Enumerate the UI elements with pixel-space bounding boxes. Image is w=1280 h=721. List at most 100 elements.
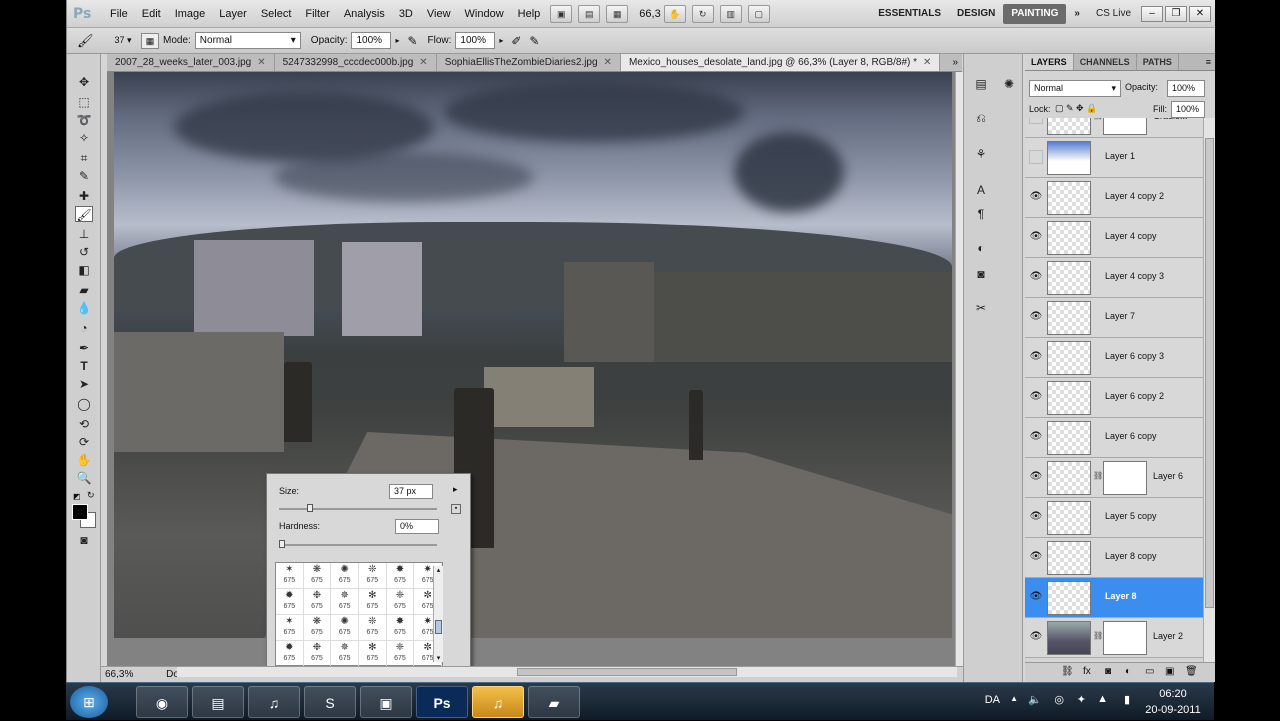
dodge-tool-icon[interactable]: ◔	[75, 320, 93, 336]
layer-thumbnail[interactable]	[1047, 181, 1091, 215]
status-zoom[interactable]: 66,3%	[105, 669, 133, 680]
guides-icon[interactable]: ▦	[606, 4, 629, 23]
pressure-opacity-icon[interactable]: ✎	[403, 34, 421, 48]
workspace-design[interactable]: DESIGN	[949, 4, 1003, 24]
bridge-icon[interactable]: ▣	[550, 4, 573, 23]
layer-mask-thumbnail[interactable]	[1103, 621, 1147, 655]
close-tab-icon[interactable]: ✕	[257, 57, 265, 68]
scroll-down-icon[interactable]: ▾	[434, 654, 443, 662]
layer-row[interactable]: 👁 Layer 6 copy 2	[1025, 378, 1203, 418]
dropbox-icon[interactable]: ✦	[1077, 693, 1086, 706]
opacity-field[interactable]: 100%	[351, 32, 392, 49]
healing-tool-icon[interactable]: ✚	[75, 188, 93, 204]
brush-panel-icon[interactable]: ▦	[141, 32, 159, 49]
eye-icon[interactable]: 👁	[1029, 270, 1043, 284]
character-icon[interactable]: A	[972, 182, 990, 198]
opacity-arrow-icon[interactable]: ▸	[391, 36, 403, 45]
brush-preset[interactable]: ❋ 675	[303, 563, 332, 589]
language-indicator[interactable]: DA	[985, 694, 1000, 706]
hardness-slider[interactable]	[279, 540, 437, 548]
clock[interactable]: 06:20 20-09-2011	[1142, 686, 1204, 718]
scroll-thumb[interactable]	[517, 668, 737, 676]
chain-link-icon[interactable]: ⛓	[1093, 471, 1103, 480]
pressure-size-icon[interactable]: ✎	[525, 34, 543, 48]
tool-preset-icon[interactable]: 🖌	[77, 33, 105, 49]
layer-mask-thumbnail[interactable]	[1103, 118, 1147, 135]
brush-preset-picker[interactable]: 37 ▾	[105, 35, 141, 46]
styles-icon[interactable]: ◙	[972, 266, 990, 282]
eye-icon[interactable]: 👁	[1029, 310, 1043, 324]
panel-menu-icon[interactable]: ≡	[1202, 54, 1215, 70]
layer-row[interactable]: 👁 Layer 7	[1025, 298, 1203, 338]
layer-row[interactable]: ⛓ Gradie...	[1025, 118, 1203, 138]
chain-link-icon[interactable]: ⛓	[1093, 631, 1103, 640]
layer-thumbnail[interactable]	[1047, 541, 1091, 575]
layer-row[interactable]: 👁 Layer 6 copy	[1025, 418, 1203, 458]
close-tab-icon[interactable]: ✕	[419, 57, 427, 68]
rotate-view-icon[interactable]: ↻	[691, 4, 714, 23]
mode-select[interactable]: Normal ▾	[194, 32, 301, 49]
canvas-vertical-scrollbar[interactable]	[955, 72, 963, 666]
blend-mode-select[interactable]: Normal ▾	[1029, 80, 1121, 97]
layer-row[interactable]: 👁 Layer 4 copy	[1025, 218, 1203, 258]
move-tool-icon[interactable]: ✥	[75, 74, 93, 90]
brush-preset[interactable]: ❉ 675	[303, 589, 332, 615]
document-image[interactable]	[114, 72, 952, 638]
menu-help[interactable]: Help	[511, 0, 548, 28]
arrange-docs-icon[interactable]: ▥	[719, 4, 742, 23]
menu-layer[interactable]: Layer	[212, 0, 254, 28]
eye-icon[interactable]: 👁	[1029, 470, 1043, 484]
workspace-essentials[interactable]: ESSENTIALS	[870, 4, 949, 24]
photoshop-taskbar-icon[interactable]: Ps	[416, 686, 468, 718]
flow-arrow-icon[interactable]: ▸	[495, 36, 507, 45]
history-brush-tool-icon[interactable]: ↺	[75, 244, 93, 260]
brush-preset[interactable]: ✺ 675	[331, 563, 359, 589]
swatches-icon[interactable]: ◐	[972, 240, 990, 256]
tab-layers[interactable]: LAYERS	[1025, 54, 1074, 70]
eye-icon[interactable]: 👁	[1029, 230, 1043, 244]
close-tab-icon[interactable]: ✕	[923, 57, 931, 68]
menu-edit[interactable]: Edit	[135, 0, 168, 28]
new-group-icon[interactable]: ▭	[1145, 666, 1154, 677]
tab-doc-active[interactable]: Mexico_houses_desolate_land.jpg @ 66,3% …	[620, 54, 941, 71]
layer-thumbnail[interactable]	[1047, 381, 1091, 415]
quick-mask-icon[interactable]: ◙	[75, 532, 93, 548]
skype-icon[interactable]: S	[304, 686, 356, 718]
layer-row[interactable]: 👁 ⛓ Layer 6	[1025, 458, 1203, 498]
layer-row[interactable]: 👁 Layer 4 copy 2	[1025, 178, 1203, 218]
tray-app-icon[interactable]: ▲	[1097, 693, 1108, 705]
layer-thumbnail[interactable]	[1047, 581, 1091, 615]
tools-icon[interactable]: ✂	[972, 300, 990, 316]
paragraph-icon[interactable]: ¶	[972, 206, 990, 222]
close-icon[interactable]: ✕	[1189, 5, 1211, 22]
hardness-slider-thumb[interactable]	[279, 540, 285, 548]
layer-row[interactable]: 👁 ⛓ Layer 2	[1025, 618, 1203, 658]
default-colors-icon[interactable]: ◩	[73, 492, 81, 501]
layer-thumbnail[interactable]	[1047, 501, 1091, 535]
layer-thumbnail[interactable]	[1047, 221, 1091, 255]
screen-mode-icon[interactable]: ▢	[747, 4, 770, 23]
explorer-icon[interactable]: ▤	[192, 686, 244, 718]
eye-icon[interactable]: 👁	[1029, 510, 1043, 524]
eye-icon[interactable]: 👁	[1029, 550, 1043, 564]
zoom-level[interactable]: 66,3	[639, 8, 660, 20]
flow-field[interactable]: 100%	[455, 32, 496, 49]
popup-menu-icon[interactable]: ▸	[453, 484, 458, 495]
layer-thumbnail[interactable]	[1047, 118, 1091, 135]
minimize-icon[interactable]: –	[1141, 5, 1163, 22]
foreground-color-swatch[interactable]	[72, 504, 88, 520]
eye-icon[interactable]	[1029, 150, 1043, 164]
workspace-painting[interactable]: PAINTING	[1003, 3, 1067, 24]
mini-bridge-icon[interactable]: ▤	[578, 4, 601, 23]
cs-live-button[interactable]: CS Live	[1088, 4, 1139, 24]
airbrush-icon[interactable]: ✐	[507, 34, 525, 48]
canvas-area[interactable]: Size: 37 px ▸ ▪ Hardness: 0% ✶ 675 ❋ 675 ✺ 67…	[107, 72, 955, 666]
tab-doc-1[interactable]: 2007_28_weeks_later_003.jpg ✕	[107, 54, 275, 71]
brush-tool-icon[interactable]: 🖌	[75, 206, 93, 222]
menu-view[interactable]: View	[420, 0, 458, 28]
brush-preset[interactable]: ✻ 675	[358, 589, 387, 615]
layer-row[interactable]: 👁 Layer 6 copy 3	[1025, 338, 1203, 378]
trash-icon[interactable]: 🗑	[1185, 666, 1198, 677]
tab-doc-2[interactable]: 5247332998_cccdec000b.jpg ✕	[275, 54, 437, 71]
menu-filter[interactable]: Filter	[298, 0, 336, 28]
